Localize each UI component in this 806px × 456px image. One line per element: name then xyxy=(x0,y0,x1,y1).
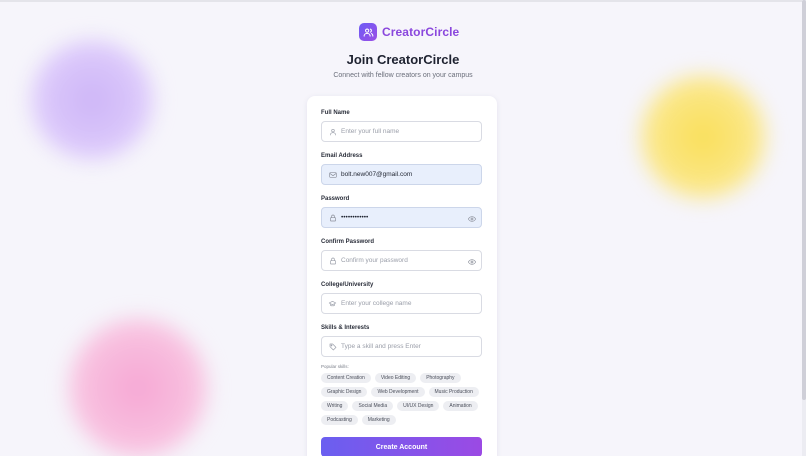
lock-icon xyxy=(328,256,337,265)
email-label: Email Address xyxy=(321,153,363,159)
skill-chip-photography[interactable]: Photography xyxy=(420,373,461,383)
graduation-cap-icon xyxy=(328,299,337,308)
password-input[interactable]: •••••••••••• xyxy=(321,207,482,228)
popular-skills-label: Popular skills: xyxy=(321,364,349,369)
page-scrollbar[interactable] xyxy=(802,0,806,456)
decorative-yellow-blob xyxy=(640,75,766,199)
create-account-button[interactable]: Create Account xyxy=(321,437,482,456)
college-input[interactable]: Enter your college name xyxy=(321,293,482,314)
skill-chip-social-media[interactable]: Social Media xyxy=(352,401,394,411)
lock-icon xyxy=(328,213,337,222)
mail-icon xyxy=(328,170,337,179)
college-placeholder: Enter your college name xyxy=(341,300,412,307)
tag-icon xyxy=(328,342,337,351)
skill-chip-content-creation[interactable]: Content Creation xyxy=(321,373,371,383)
skill-chip-graphic-design[interactable]: Graphic Design xyxy=(321,387,368,397)
user-icon xyxy=(328,127,337,136)
college-label: College/University xyxy=(321,282,374,288)
skills-label: Skills & Interests xyxy=(321,325,370,331)
users-logo-icon xyxy=(359,23,377,41)
page-subtitle: Connect with fellow creators on your cam… xyxy=(333,72,473,79)
password-value: •••••••••••• xyxy=(341,214,369,221)
show-confirm-password-eye-icon[interactable] xyxy=(467,257,476,266)
decorative-pink-blob xyxy=(68,318,208,456)
confirm-password-input[interactable]: Confirm your password xyxy=(321,250,482,271)
brand-name: CreatorCircle xyxy=(382,25,460,39)
skill-chip-writing[interactable]: Writing xyxy=(321,401,349,411)
confirm-password-placeholder: Confirm your password xyxy=(341,257,408,264)
show-password-eye-icon[interactable] xyxy=(467,214,476,223)
skill-chip-ui-ux-design[interactable]: UI/UX Design xyxy=(397,401,440,411)
popular-skills-list: Content Creation Video Editing Photograp… xyxy=(321,373,483,429)
full-name-input[interactable]: Enter your full name xyxy=(321,121,482,142)
skill-chip-animation[interactable]: Animation xyxy=(443,401,478,411)
skill-chip-marketing[interactable]: Marketing xyxy=(361,415,396,425)
full-name-placeholder: Enter your full name xyxy=(341,128,400,135)
skill-chip-podcasting[interactable]: Podcasting xyxy=(321,415,358,425)
skill-chip-video-editing[interactable]: Video Editing xyxy=(374,373,417,383)
skill-chip-music-production[interactable]: Music Production xyxy=(428,387,479,397)
skills-input[interactable]: Type a skill and press Enter xyxy=(321,336,482,357)
skills-placeholder: Type a skill and press Enter xyxy=(341,343,421,350)
brand-header: CreatorCircle xyxy=(359,22,459,42)
skill-chip-web-development[interactable]: Web Development xyxy=(371,387,425,397)
email-value: bolt.new007@gmail.com xyxy=(341,171,413,178)
confirm-password-label: Confirm Password xyxy=(321,239,375,245)
full-name-label: Full Name xyxy=(321,110,350,116)
scrollbar-thumb[interactable] xyxy=(802,0,806,400)
password-label: Password xyxy=(321,196,350,202)
page-title: Join CreatorCircle xyxy=(346,52,460,67)
top-border xyxy=(0,0,806,2)
email-input[interactable]: bolt.new007@gmail.com xyxy=(321,164,482,185)
